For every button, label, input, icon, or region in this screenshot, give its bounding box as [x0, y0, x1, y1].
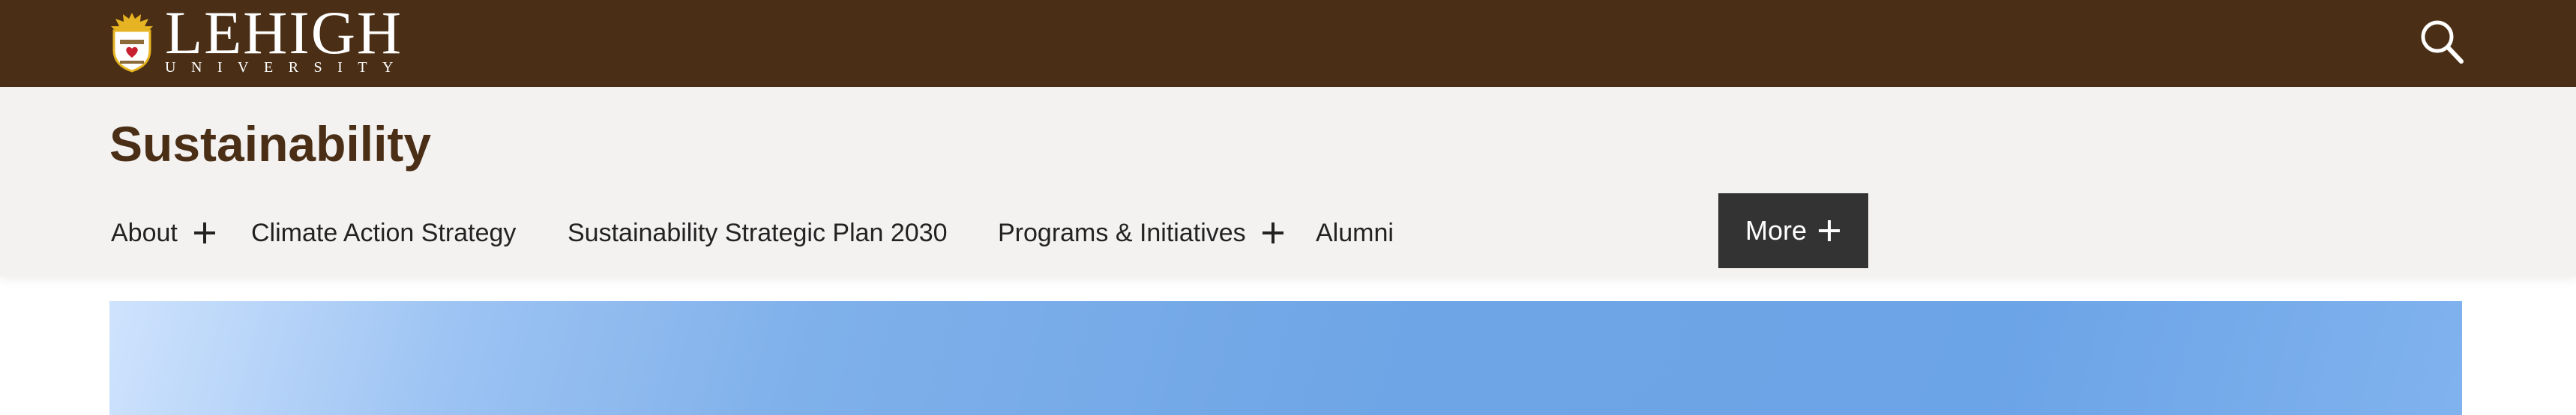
- top-bar: LEHIGH UNIVERSITY: [0, 0, 2576, 87]
- university-logo-link[interactable]: LEHIGH UNIVERSITY: [109, 0, 409, 76]
- nav-item-label: Climate Action Strategy: [251, 218, 517, 247]
- site-title[interactable]: Sustainability: [109, 115, 431, 172]
- plus-icon[interactable]: [193, 221, 217, 245]
- nav-item-climate-action-strategy[interactable]: Climate Action Strategy: [251, 216, 516, 250]
- hero-image: [109, 301, 2462, 415]
- logo-wordmark: LEHIGH: [165, 0, 403, 67]
- nav-item-programs-initiatives[interactable]: Programs & Initiatives: [998, 216, 1285, 250]
- search-icon: [2421, 20, 2464, 64]
- nav-item-strategic-plan[interactable]: Sustainability Strategic Plan 2030: [568, 216, 948, 250]
- university-shield-icon: [111, 13, 153, 73]
- plus-icon[interactable]: [1261, 221, 1285, 245]
- search-button[interactable]: [2419, 16, 2465, 66]
- nav-item-label: About: [111, 218, 178, 247]
- nav-item-label: Sustainability Strategic Plan 2030: [568, 218, 948, 247]
- more-button-label: More: [1745, 215, 1808, 246]
- site-header: Sustainability About Climate Action Stra…: [0, 87, 2576, 277]
- nav-item-label: Programs & Initiatives: [998, 218, 1246, 247]
- nav-item-about[interactable]: About: [111, 216, 217, 250]
- more-menu-button[interactable]: More: [1718, 193, 1868, 268]
- logo-subtitle: UNIVERSITY: [165, 59, 409, 76]
- nav-item-alumni[interactable]: Alumni: [1316, 216, 1394, 250]
- nav-item-label: Alumni: [1316, 218, 1394, 247]
- plus-icon: [1819, 220, 1841, 241]
